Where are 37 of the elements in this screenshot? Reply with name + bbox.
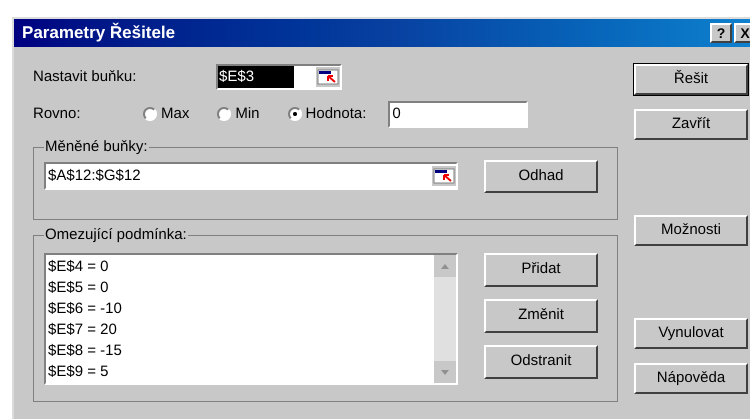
cell-reference-icon[interactable]	[316, 67, 340, 87]
radio-button[interactable]	[217, 107, 232, 121]
selected-text: $E$3	[218, 66, 294, 88]
radio-button[interactable]	[288, 107, 302, 121]
constraint-item[interactable]: $E$6 = -10	[48, 298, 434, 318]
title-bar-button[interactable]: ?	[710, 23, 732, 43]
field-label: Rovno:	[33, 104, 82, 124]
radio-label: Max	[161, 104, 190, 124]
radio-label: Hodnota:	[306, 104, 366, 124]
constraint-item[interactable]: $E$9 = 5	[48, 360, 434, 382]
scrollbar[interactable]	[434, 254, 456, 382]
group-title: Měněné buňky:	[44, 137, 149, 157]
dialog-button[interactable]: Řešit	[634, 64, 748, 95]
field-label: Nastavit buňku:	[33, 66, 138, 87]
constraint-item[interactable]: $E$7 = 20	[48, 318, 434, 340]
dialog-button[interactable]: Změnit	[484, 298, 598, 332]
dialog-button[interactable]: Zavřít	[634, 109, 748, 140]
dialog-button[interactable]: Vynulovat	[634, 318, 748, 349]
target-cell-field[interactable]: $E$3	[216, 64, 342, 90]
radio-label: Min	[235, 104, 260, 124]
cell-reference-icon[interactable]	[432, 166, 456, 186]
scroll-up-icon[interactable]	[434, 254, 456, 276]
title-bar-button[interactable]: X	[734, 23, 750, 43]
constraint-item[interactable]: $E$8 = -15	[48, 340, 434, 360]
dialog-button[interactable]: Odhad	[484, 160, 598, 192]
dialog-button[interactable]: Přidat	[484, 252, 598, 286]
changing-cells-field[interactable]: $A$12:$G$12	[44, 162, 458, 190]
value-field[interactable]: 0	[388, 100, 528, 128]
scroll-down-icon[interactable]	[434, 360, 456, 382]
window-title: Parametry Řešitele	[22, 22, 176, 44]
constraint-item[interactable]: $E$4 = 0	[48, 256, 434, 276]
dialog-button[interactable]: Možnosti	[634, 215, 748, 246]
constraint-item[interactable]: $E$5 = 0	[48, 276, 434, 298]
dialog-button[interactable]: Nápověda	[634, 363, 748, 394]
group-title: Omezující podmínka:	[44, 225, 188, 245]
dialog-button[interactable]: Odstranit	[484, 344, 598, 378]
radio-button[interactable]	[143, 107, 157, 121]
